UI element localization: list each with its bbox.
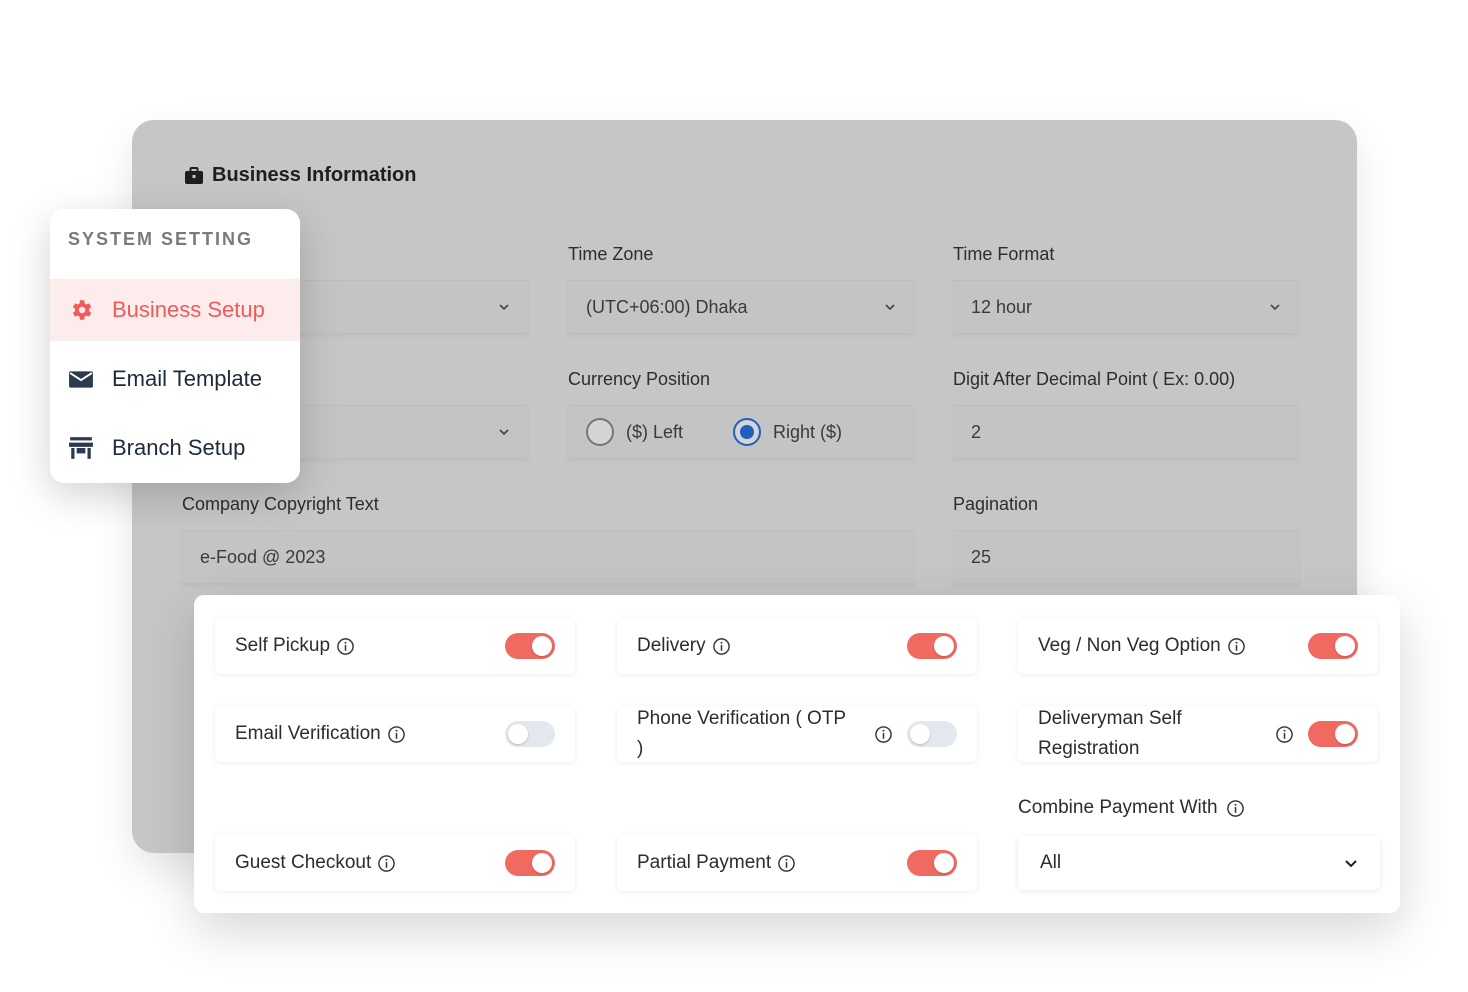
info-icon[interactable] [777,854,796,873]
copyright-value: e-Food @ 2023 [200,546,326,567]
email-verification-setting: Email Verification [215,706,575,762]
info-icon[interactable] [874,725,893,744]
email-verification-toggle[interactable] [505,721,555,747]
self-pickup-toggle[interactable] [505,633,555,659]
time-zone-select[interactable]: (UTC+06:00) Dhaka [568,280,914,334]
time-zone-label: Time Zone [568,244,654,264]
menu-item-label: Business Setup [112,297,265,322]
deliveryman-registration-setting: Deliveryman Self Registration [1018,706,1378,762]
email-verification-label: Email Verification [235,723,381,744]
pagination-label: Pagination [953,494,1039,514]
veg-nonveg-text: Veg / Non Veg Option [1038,631,1246,661]
chevron-down-icon [1345,860,1357,868]
currency-right-label: Right ($) [773,421,843,442]
currency-right-radio[interactable]: Right ($) [733,418,842,446]
menu-item-label: Branch Setup [112,435,246,460]
combine-payment-select[interactable]: All [1018,836,1380,890]
menu-item-label: Email Template [112,366,262,391]
info-icon[interactable] [377,854,396,873]
pagination-input[interactable]: 25 [953,530,1299,584]
combine-payment-label: Combine Payment With [1018,797,1218,818]
currency-position-label: Currency Position [568,369,711,389]
menu-title: SYSTEM SETTING [68,229,254,249]
decimal-point-label: Digit After Decimal Point ( Ex: 0.00) [953,369,1236,389]
card-title: Business Information [212,164,417,186]
menu-item-branch-setup[interactable]: Branch Setup [50,417,300,479]
veg-nonveg-setting: Veg / Non Veg Option [1018,618,1378,674]
time-zone-value: (UTC+06:00) Dhaka [586,296,748,317]
deliveryman-registration-label: Deliveryman Self Registration [1038,708,1182,759]
chevron-down-icon [499,304,509,311]
hidden-select-1[interactable] [282,280,528,334]
partial-payment-setting: Partial Payment [617,835,977,891]
chevron-down-icon [1270,304,1280,311]
card-header: Business Information [184,164,416,187]
guest-checkout-toggle[interactable] [505,850,555,876]
self-pickup-text: Self Pickup [235,631,355,661]
radio-circle-selected[interactable] [733,418,762,446]
radio-circle[interactable] [586,418,614,446]
decimal-point-input[interactable]: 2 [953,405,1299,459]
info-icon[interactable] [1227,637,1246,656]
info-icon[interactable] [712,637,731,656]
guest-checkout-setting: Guest Checkout [215,835,575,891]
decimal-point-value: 2 [971,421,982,442]
veg-nonveg-toggle[interactable] [1308,633,1358,659]
partial-payment-label: Partial Payment [637,852,772,873]
menu-item-business-setup[interactable]: Business Setup [50,279,300,341]
self-pickup-setting: Self Pickup [215,618,575,674]
chevron-down-icon [499,429,509,436]
time-format-label: Time Format [953,244,1055,264]
time-format-value: 12 hour [971,296,1033,317]
combine-payment-label-row: Combine Payment With [1018,797,1245,819]
menu-item-email-template[interactable]: Email Template [50,348,300,410]
info-icon[interactable] [1275,725,1294,744]
delivery-label: Delivery [637,635,706,656]
email-verification-text: Email Verification [235,719,406,749]
info-icon[interactable] [336,637,355,656]
phone-verification-label: Phone Verification ( OTP ) [637,708,846,759]
briefcase-icon [185,166,203,184]
envelope-icon [69,371,93,388]
pagination-value: 25 [971,546,992,567]
chevron-down-icon [885,304,895,311]
deliveryman-registration-toggle[interactable] [1308,721,1358,747]
currency-left-label: ($) Left [626,421,684,442]
gear-icon [72,300,92,320]
combine-payment-value: All [1040,852,1062,873]
partial-payment-toggle[interactable] [907,850,957,876]
phone-verification-setting: Phone Verification ( OTP ) [617,706,977,762]
guest-checkout-text: Guest Checkout [235,848,396,878]
hidden-select-2[interactable] [282,405,528,459]
settings-panel: Self Pickup Delivery Veg / Non Veg Optio… [194,595,1400,913]
info-icon[interactable] [1226,799,1245,818]
partial-payment-text: Partial Payment [637,848,796,878]
delivery-text: Delivery [637,631,731,661]
currency-position-radio-group: ($) Left Right ($) [568,405,914,459]
currency-left-radio[interactable]: ($) Left [586,418,683,446]
store-icon [69,437,93,459]
info-icon[interactable] [387,725,406,744]
veg-nonveg-label: Veg / Non Veg Option [1038,635,1221,656]
delivery-toggle[interactable] [907,633,957,659]
guest-checkout-label: Guest Checkout [235,852,372,873]
time-format-select[interactable]: 12 hour [953,280,1299,334]
phone-verification-toggle[interactable] [907,721,957,747]
copyright-label: Company Copyright Text [182,494,379,514]
system-setting-menu: SYSTEM SETTING Business Setup Email Temp… [50,209,300,483]
delivery-setting: Delivery [617,618,977,674]
self-pickup-label: Self Pickup [235,635,331,656]
copyright-input[interactable]: e-Food @ 2023 [182,530,914,584]
